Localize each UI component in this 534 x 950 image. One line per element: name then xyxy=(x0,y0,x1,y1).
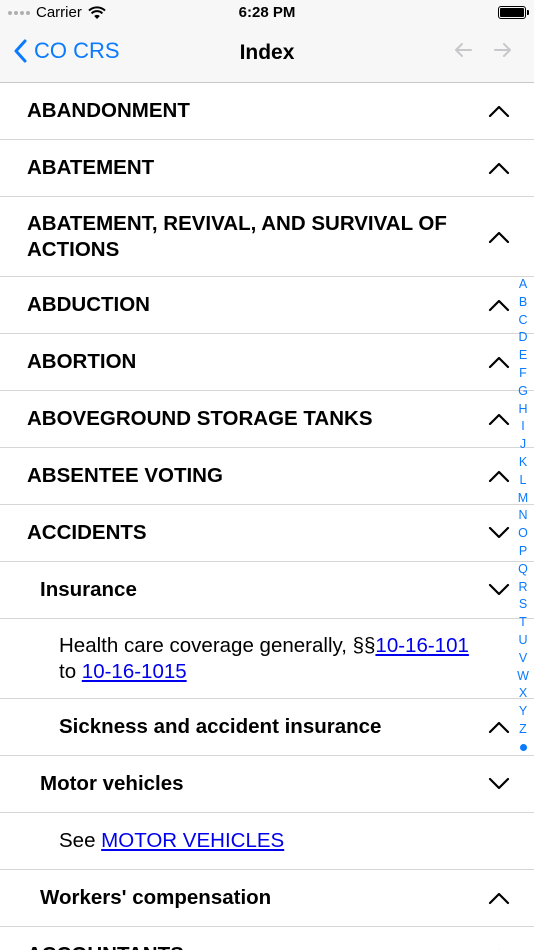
row-label: Workers' compensation xyxy=(40,886,272,909)
cross-reference-link[interactable]: 10-16-1015 xyxy=(82,660,187,683)
alphabet-letter[interactable]: G xyxy=(518,383,528,401)
alphabet-letter[interactable]: U xyxy=(518,632,527,650)
alphabet-letter[interactable]: E xyxy=(519,347,527,365)
battery-icon xyxy=(498,6,529,19)
index-topic-row[interactable]: ABOVEGROUND STORAGE TANKS xyxy=(0,391,534,448)
row-label: ACCOUNTANTS xyxy=(27,942,184,950)
alphabet-letter[interactable]: H xyxy=(518,401,527,419)
index-topic-row[interactable]: ABSENTEE VOTING xyxy=(0,448,534,505)
row-label: Sickness and accident insurance xyxy=(59,715,382,738)
arrow-left-icon[interactable] xyxy=(454,42,472,58)
index-topic-row[interactable]: ACCIDENTS xyxy=(0,505,534,562)
chevron-left-icon xyxy=(14,39,27,63)
alphabet-letter[interactable]: M xyxy=(518,490,528,508)
chevron-up-icon[interactable] xyxy=(488,412,510,426)
row-label: ABDUCTION xyxy=(27,293,150,316)
index-entry-text: See MOTOR VEHICLES xyxy=(0,813,534,870)
index-entry-text: Health care coverage generally, §§10-16-… xyxy=(0,619,534,699)
chevron-down-icon[interactable] xyxy=(488,777,510,791)
entry-text: to xyxy=(59,659,82,683)
alphabet-letter[interactable]: Q xyxy=(518,561,528,579)
index-topic-row[interactable]: ABATEMENT, REVIVAL, AND SURVIVAL OF ACTI… xyxy=(0,197,534,277)
back-button[interactable]: CO CRS xyxy=(14,38,120,64)
cross-reference-link[interactable]: 10-16-101 xyxy=(375,634,468,657)
row-label: ACCIDENTS xyxy=(27,521,147,544)
alphabet-letter[interactable]: D xyxy=(518,329,527,347)
chevron-up-icon[interactable] xyxy=(488,230,510,244)
status-time: 6:28 PM xyxy=(238,4,296,21)
alphabet-letter[interactable]: Y xyxy=(519,703,527,721)
alphabet-letter[interactable]: Z xyxy=(519,721,527,739)
row-label: ABATEMENT, REVIVAL, AND SURVIVAL OF ACTI… xyxy=(27,211,447,261)
entry-text: See xyxy=(59,829,102,852)
chevron-down-icon[interactable] xyxy=(488,583,510,597)
alphabet-letter[interactable]: B xyxy=(519,294,527,312)
row-label: Insurance xyxy=(40,578,137,601)
index-entry-content: See MOTOR VEHICLES xyxy=(59,828,284,854)
row-label: ABANDONMENT xyxy=(27,99,190,122)
chevron-up-icon[interactable] xyxy=(488,355,510,369)
back-button-label: CO CRS xyxy=(34,38,120,63)
alphabet-letter[interactable]: L xyxy=(520,472,527,490)
index-topic-row[interactable]: ABATEMENT xyxy=(0,140,534,197)
alphabet-letter[interactable]: N xyxy=(518,507,527,525)
index-list: ABANDONMENT ABATEMENT ABATEMENT, REVIVAL, … xyxy=(0,83,534,950)
row-label: ABORTION xyxy=(27,350,137,373)
index-topic-row[interactable]: ACCOUNTANTS xyxy=(0,927,534,950)
status-bar: Carrier 6:28 PM xyxy=(0,0,534,26)
alphabet-letter[interactable]: J xyxy=(520,436,526,454)
chevron-up-icon[interactable] xyxy=(488,161,510,175)
chevron-up-icon[interactable] xyxy=(488,891,510,905)
alphabet-more-dot[interactable] xyxy=(519,743,527,751)
alphabet-letter[interactable]: R xyxy=(518,579,527,597)
chevron-up-icon[interactable] xyxy=(488,469,510,483)
index-subtopic-row[interactable]: Insurance xyxy=(0,562,534,619)
alphabet-letter[interactable]: K xyxy=(519,454,527,472)
index-topic-row[interactable]: ABDUCTION xyxy=(0,277,534,334)
entry-text: Health care coverage generally, §§ xyxy=(59,633,376,657)
history-arrows xyxy=(454,42,512,58)
index-topic-row[interactable]: ABORTION xyxy=(0,334,534,391)
alphabet-letter[interactable]: S xyxy=(519,596,527,614)
row-label: ABSENTEE VOTING xyxy=(27,464,223,487)
alphabet-letter[interactable]: O xyxy=(518,525,528,543)
index-subtopic-row[interactable]: Sickness and accident insurance xyxy=(0,699,534,756)
alphabet-index: ABCDEFGHIJKLMNOPQRSTUVWXYZ xyxy=(516,276,530,751)
alphabet-letter[interactable]: A xyxy=(519,276,527,294)
chevron-up-icon[interactable] xyxy=(488,298,510,312)
row-label: ABOVEGROUND STORAGE TANKS xyxy=(27,407,373,430)
cross-reference-link[interactable]: MOTOR VEHICLES xyxy=(101,829,284,852)
alphabet-letter[interactable]: C xyxy=(518,312,527,330)
alphabet-letter[interactable]: F xyxy=(519,365,527,383)
alphabet-letter[interactable]: P xyxy=(519,543,527,561)
row-label: Motor vehicles xyxy=(40,772,184,795)
row-label: ABATEMENT xyxy=(27,156,155,179)
alphabet-letter[interactable]: I xyxy=(521,418,524,436)
alphabet-letter[interactable]: T xyxy=(519,614,527,632)
alphabet-letter[interactable]: X xyxy=(519,685,527,703)
chevron-up-icon[interactable] xyxy=(488,720,510,734)
index-subtopic-row[interactable]: Motor vehicles xyxy=(0,756,534,813)
chevron-down-icon[interactable] xyxy=(488,526,510,540)
alphabet-letter[interactable]: W xyxy=(517,668,529,686)
index-topic-row[interactable]: ABANDONMENT xyxy=(0,83,534,140)
arrow-right-icon[interactable] xyxy=(494,42,512,58)
alphabet-letter[interactable]: V xyxy=(519,650,527,668)
chevron-up-icon[interactable] xyxy=(488,104,510,118)
index-entry-content: Health care coverage generally, §§10-16-… xyxy=(59,633,474,685)
index-subtopic-row[interactable]: Workers' compensation xyxy=(0,870,534,927)
navigation-bar: CO CRS Index xyxy=(0,26,534,83)
